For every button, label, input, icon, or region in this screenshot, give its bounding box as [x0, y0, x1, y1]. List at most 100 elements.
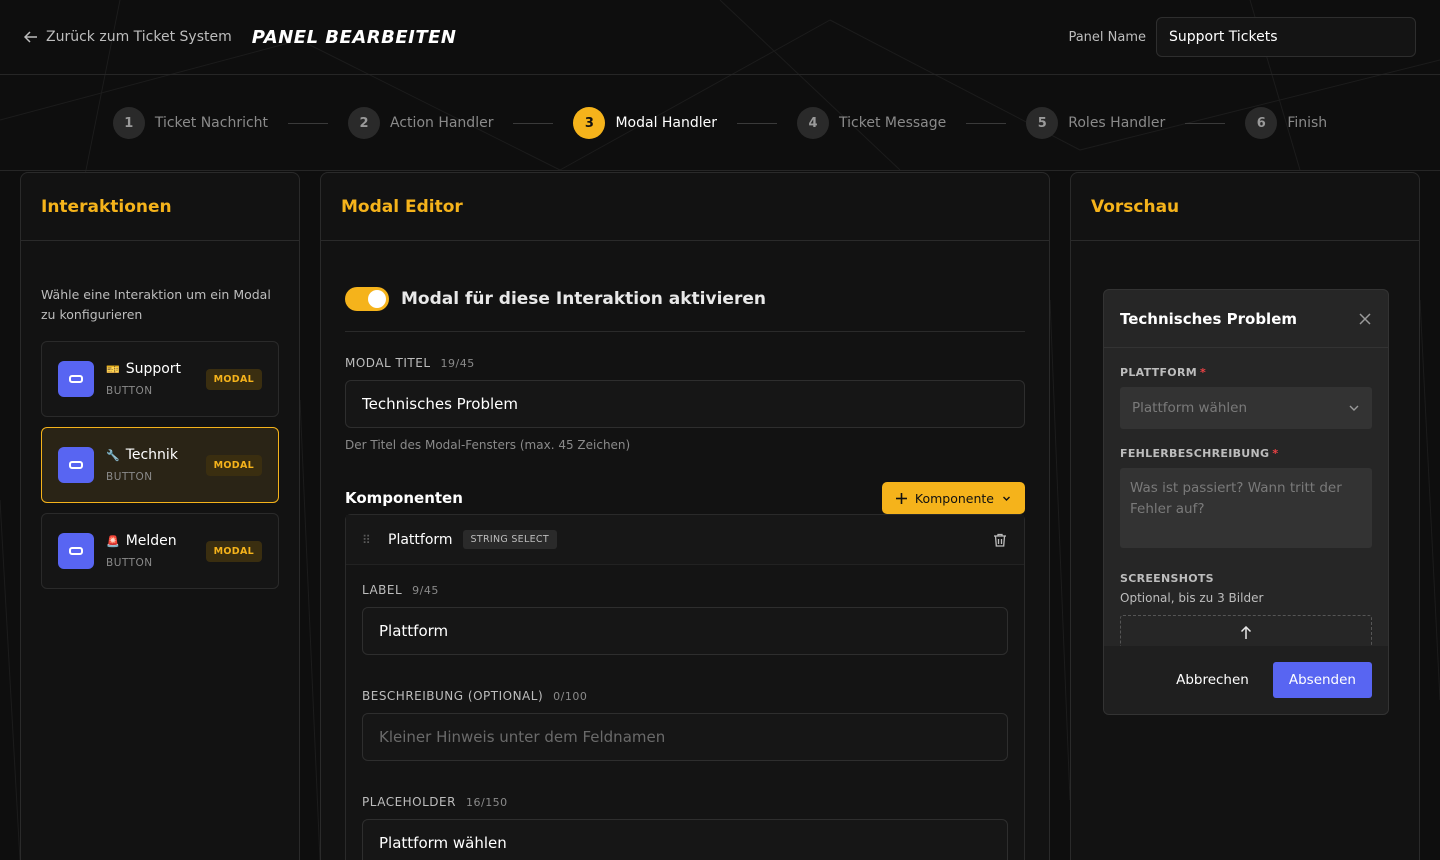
- component-desc-label-text: BESCHREIBUNG (OPTIONAL): [362, 689, 544, 703]
- component-placeholder-label: PLACEHOLDER 16/150: [362, 795, 1008, 809]
- step-2[interactable]: 2 Action Handler: [348, 107, 493, 139]
- modal-title-label: MODAL TITEL 19/45: [345, 356, 1025, 370]
- step-connector: [513, 122, 554, 124]
- step-label: Action Handler: [390, 115, 494, 131]
- interaction-type: BUTTON: [106, 557, 153, 569]
- interaction-name: Support: [125, 361, 182, 377]
- chevron-down-icon: [1349, 405, 1359, 411]
- modal-badge: MODAL: [205, 368, 262, 390]
- preview-field-plattform-label-text: PLATTFORM: [1120, 366, 1197, 379]
- button-icon: [58, 361, 94, 397]
- interaction-type: BUTTON: [106, 471, 153, 483]
- component-placeholder-count: 16/150: [465, 795, 508, 809]
- modal-enable-toggle[interactable]: [345, 287, 389, 311]
- siren-emoji-icon: 🚨: [106, 534, 120, 548]
- preview-submit-button[interactable]: Absenden: [1272, 662, 1372, 698]
- required-mark: *: [1272, 447, 1279, 460]
- close-icon[interactable]: [1358, 312, 1372, 326]
- interactions-hint: Wähle eine Interaktion um ein Modal zu k…: [41, 287, 271, 322]
- step-number: 5: [1026, 107, 1059, 139]
- component-desc-input[interactable]: [362, 713, 1008, 761]
- button-icon: [58, 533, 94, 569]
- modal-badge: MODAL: [205, 540, 262, 562]
- component-placeholder-input[interactable]: [362, 819, 1008, 860]
- chevron-down-icon: [1003, 496, 1010, 501]
- step-connector: [737, 122, 778, 124]
- preview-modal-title: Technisches Problem: [1120, 309, 1298, 328]
- panel-name-group: Panel Name: [1068, 17, 1416, 57]
- back-link-label: Zurück zum Ticket System: [46, 29, 232, 45]
- modal-title-input[interactable]: [345, 380, 1025, 428]
- step-1[interactable]: 1 Ticket Nachricht: [112, 107, 269, 139]
- component-desc-label: BESCHREIBUNG (OPTIONAL) 0/100: [362, 689, 1008, 703]
- component-card: ⠿ Plattform STRING SELECT LABEL 9/45 BES…: [345, 514, 1025, 860]
- add-component-label: Komponente: [914, 490, 994, 506]
- preview-upload-area[interactable]: [1120, 615, 1372, 649]
- component-label-label: LABEL 9/45: [362, 583, 1008, 597]
- component-type-badge: STRING SELECT: [462, 530, 557, 549]
- preview-modal: Technisches Problem PLATTFORM * Plattform…: [1103, 289, 1389, 715]
- preview-plattform-select[interactable]: Plattform wählen: [1120, 387, 1372, 429]
- step-number: 3: [573, 107, 606, 139]
- step-connector: [966, 122, 1007, 124]
- step-number: 1: [112, 107, 145, 139]
- step-5[interactable]: 5 Roles Handler: [1026, 107, 1165, 139]
- wrench-emoji-icon: 🔧: [106, 448, 120, 462]
- preview-field-fehler-label-text: FEHLERBESCHREIBUNG: [1120, 447, 1270, 460]
- trash-icon[interactable]: [992, 532, 1008, 548]
- modal-title-count: 19/45: [440, 356, 475, 370]
- preview-field-fehler-label: FEHLERBESCHREIBUNG *: [1120, 447, 1372, 460]
- step-number: 2: [348, 107, 381, 139]
- modal-title-label-text: MODAL TITEL: [345, 356, 431, 370]
- step-connector: [288, 122, 329, 124]
- modal-badge: MODAL: [205, 454, 262, 476]
- back-link[interactable]: Zurück zum Ticket System: [24, 29, 232, 45]
- step-3[interactable]: 3 Modal Handler: [573, 107, 717, 139]
- interaction-item-technik[interactable]: 🔧 Technik BUTTON MODAL: [41, 427, 279, 503]
- panel-name-input[interactable]: [1156, 17, 1416, 57]
- component-name: Plattform: [388, 531, 453, 548]
- button-icon: [58, 447, 94, 483]
- modal-editor-title: Modal Editor: [321, 173, 1049, 241]
- plus-icon: [895, 492, 907, 504]
- arrow-left-icon: [24, 31, 37, 43]
- interaction-item-support[interactable]: 🎫 Support BUTTON MODAL: [41, 341, 279, 417]
- step-label: Ticket Nachricht: [154, 115, 269, 131]
- modal-title-help: Der Titel des Modal-Fensters (max. 45 Ze…: [345, 438, 631, 452]
- preview-card: Vorschau Technisches Problem PLATTFORM * …: [1070, 172, 1420, 860]
- preview-cancel-button[interactable]: Abbrechen: [1176, 672, 1249, 688]
- interaction-item-melden[interactable]: 🚨 Melden BUTTON MODAL: [41, 513, 279, 589]
- interactions-card: Interaktionen Wähle eine Interaktion um …: [20, 172, 300, 860]
- page-title: PANEL BEARBEITEN: [251, 26, 457, 48]
- add-component-button[interactable]: Komponente: [881, 482, 1025, 514]
- preview-title: Vorschau: [1071, 173, 1419, 241]
- components-title: Komponenten: [345, 489, 463, 507]
- interactions-title: Interaktionen: [21, 173, 299, 241]
- required-mark: *: [1199, 366, 1207, 379]
- modal-editor-card: Modal Editor Modal für diese Interaktion…: [320, 172, 1050, 860]
- component-placeholder-label-text: PLACEHOLDER: [362, 795, 456, 809]
- step-label: Ticket Message: [839, 115, 947, 131]
- stepper: 1 Ticket Nachricht 2 Action Handler 3 Mo…: [0, 76, 1440, 171]
- preview-fehler-textarea[interactable]: Was ist passiert? Wann tritt der Fehler …: [1120, 468, 1372, 548]
- step-label: Roles Handler: [1068, 115, 1166, 131]
- preview-field-screenshots-label: SCREENSHOTS: [1120, 572, 1214, 585]
- preview-field-plattform-label: PLATTFORM *: [1120, 366, 1372, 379]
- interaction-type: BUTTON: [106, 385, 153, 397]
- preview-screenshots-sub: Optional, bis zu 3 Bilder: [1120, 591, 1264, 605]
- drag-handle-icon[interactable]: ⠿: [362, 533, 376, 547]
- step-4[interactable]: 4 Ticket Message: [797, 107, 946, 139]
- step-connector: [1185, 122, 1226, 124]
- step-number: 4: [797, 107, 830, 139]
- interaction-name: Technik: [125, 447, 178, 463]
- component-desc-count: 0/100: [553, 689, 588, 703]
- modal-enable-label: Modal für diese Interaktion aktivieren: [401, 289, 766, 309]
- step-6[interactable]: 6 Finish: [1245, 107, 1327, 139]
- interaction-name: Melden: [125, 533, 177, 549]
- ticket-emoji-icon: 🎫: [106, 362, 120, 376]
- step-number: 6: [1245, 107, 1278, 139]
- component-label-input[interactable]: [362, 607, 1008, 655]
- component-label-count: 9/45: [412, 583, 439, 597]
- step-label: Modal Handler: [615, 115, 718, 131]
- component-label-label-text: LABEL: [362, 583, 403, 597]
